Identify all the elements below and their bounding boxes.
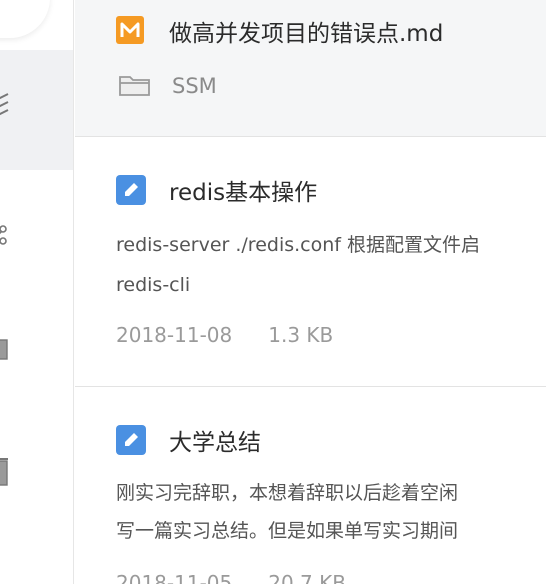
note-title-row: 大学总结	[116, 423, 261, 457]
note-title: redis基本操作	[169, 180, 318, 206]
layers-icon[interactable]	[0, 90, 14, 124]
note-meta: 2018-11-05 20.7 KB	[116, 571, 346, 584]
note-folder: SSM	[119, 73, 217, 99]
note-meta: 2018-11-08 1.3 KB	[116, 323, 333, 347]
folder-icon	[119, 73, 151, 99]
list-item[interactable]: redis基本操作 redis-server ./redis.conf 根据配置…	[75, 137, 546, 387]
share-icon[interactable]	[0, 224, 12, 248]
note-size: 1.3 KB	[268, 323, 334, 347]
sidebar	[0, 0, 74, 584]
note-icon	[116, 425, 146, 455]
note-snippet-line: redis-server ./redis.conf 根据配置文件启	[116, 234, 481, 256]
note-title: 做高并发项目的错误点.md	[169, 21, 444, 47]
note-icon	[116, 175, 146, 205]
trash-icon[interactable]	[0, 456, 12, 488]
list-item[interactable]: 做高并发项目的错误点.md SSM	[75, 0, 546, 137]
note-title-row: redis基本操作	[116, 173, 317, 207]
list-item[interactable]: 大学总结 刚实习完辞职，本想着辞职以后趁着空闲 写一篇实习总结。但是如果单写实习…	[75, 387, 546, 584]
note-date: 2018-11-05	[116, 571, 233, 584]
note-snippet-line: 写一篇实习总结。但是如果单写实习期间	[116, 520, 459, 542]
new-note-button[interactable]	[0, 0, 50, 38]
note-date: 2018-11-08	[116, 323, 233, 347]
note-title: 大学总结	[169, 430, 261, 456]
note-snippet-line: redis-cli	[116, 274, 191, 296]
folder-icon[interactable]	[0, 338, 12, 362]
note-size: 20.7 KB	[268, 571, 346, 584]
markdown-icon	[116, 16, 146, 46]
app-window: 做高并发项目的错误点.md SSM redis基本操作 redis-server…	[0, 0, 546, 584]
note-title-row: 做高并发项目的错误点.md	[116, 14, 443, 48]
note-list: 做高并发项目的错误点.md SSM redis基本操作 redis-server…	[75, 0, 546, 584]
note-snippet-line: 刚实习完辞职，本想着辞职以后趁着空闲	[116, 482, 459, 504]
folder-name: SSM	[172, 74, 217, 98]
